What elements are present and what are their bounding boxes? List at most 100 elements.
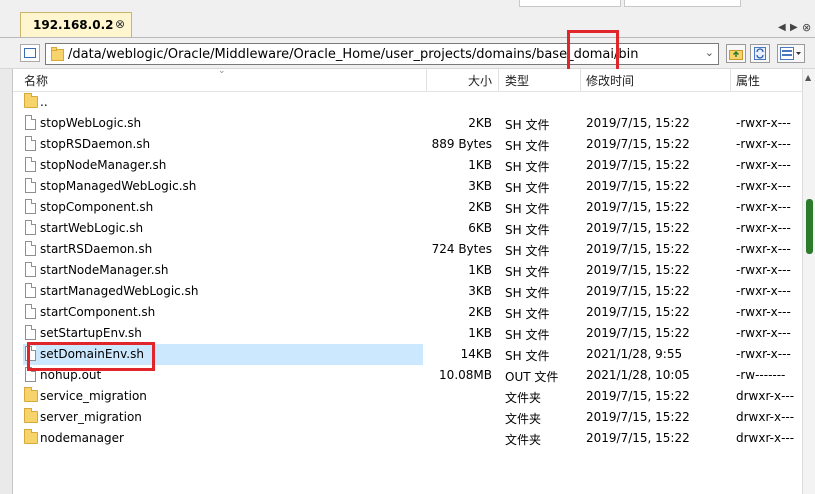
file-type: SH 文件 xyxy=(505,307,550,321)
file-icon xyxy=(25,178,36,193)
file-modified: 2019/7/15, 15:22 xyxy=(586,284,690,298)
column-divider[interactable] xyxy=(426,69,427,91)
table-row[interactable]: startComponent.sh 2KB SH 文件 2019/7/15, 15:2… xyxy=(13,302,802,323)
table-row[interactable]: startNodeManager.sh 1KB SH 文件 2019/7/15, 15… xyxy=(13,260,802,281)
file-name: stopRSDaemon.sh xyxy=(40,137,151,151)
table-row[interactable]: .. xyxy=(13,92,802,113)
top-panel-box xyxy=(519,0,621,7)
file-attrs: -rwxr-x--- xyxy=(736,326,791,340)
file-attrs: -rwxr-x--- xyxy=(736,263,791,277)
tab-scroll-left-icon[interactable]: ◀ xyxy=(778,22,786,33)
folder-icon xyxy=(24,429,38,444)
file-modified: 2019/7/15, 15:22 xyxy=(586,305,690,319)
file-icon xyxy=(25,262,36,277)
file-name: service_migration xyxy=(40,389,147,403)
file-type: SH 文件 xyxy=(505,202,550,216)
file-type: SH 文件 xyxy=(505,265,550,279)
parent-folder-button[interactable] xyxy=(726,44,746,63)
table-row[interactable]: service_migration 文件夹 2019/7/15, 15:22 drwx… xyxy=(13,386,802,407)
file-name: startManagedWebLogic.sh xyxy=(40,284,199,298)
file-name: startNodeManager.sh xyxy=(40,263,169,277)
tab-scroll-right-icon[interactable]: ▶ xyxy=(790,22,798,33)
tab-session[interactable]: 192.168.0.2 ⊗ xyxy=(20,12,132,37)
vertical-scrollbar[interactable]: ▲ xyxy=(802,69,815,494)
file-type: SH 文件 xyxy=(505,286,550,300)
view-mode-button[interactable] xyxy=(777,44,805,63)
file-type: 文件夹 xyxy=(505,433,542,447)
file-attrs: -rwxr-x--- xyxy=(736,305,791,319)
file-size: 1KB xyxy=(468,326,492,340)
table-row[interactable]: startManagedWebLogic.sh 3KB SH 文件 2019/7/15… xyxy=(13,281,802,302)
file-type: OUT 文件 xyxy=(505,370,559,384)
close-all-icon[interactable]: ⊗ xyxy=(802,21,811,34)
table-row[interactable]: stopRSDaemon.sh 889 Bytes SH 文件 2019/7/15, … xyxy=(13,134,802,155)
tab-bar: 192.168.0.2 ⊗ ◀ ▶ ⊗ xyxy=(0,9,815,38)
column-divider[interactable] xyxy=(580,69,581,91)
file-attrs: -rwxr-x--- xyxy=(736,242,791,256)
column-header-size[interactable]: 大小 xyxy=(468,72,492,89)
column-header-type[interactable]: 类型 xyxy=(505,72,529,89)
toggle-tree-button[interactable] xyxy=(20,44,40,62)
column-header-name[interactable]: 名称 xyxy=(24,72,48,89)
file-name: startRSDaemon.sh xyxy=(40,242,153,256)
folder-icon xyxy=(51,47,64,61)
file-type: SH 文件 xyxy=(505,223,550,237)
folder-icon xyxy=(24,408,38,423)
file-size: 724 Bytes xyxy=(431,242,492,256)
table-row[interactable]: startWebLogic.sh 6KB SH 文件 2019/7/15, 15:22… xyxy=(13,218,802,239)
file-attrs: drwxr-x--- xyxy=(736,431,795,445)
column-header-modified[interactable]: 修改时间 xyxy=(586,72,634,89)
top-strip xyxy=(0,0,815,9)
table-row[interactable]: startRSDaemon.sh 724 Bytes SH 文件 2019/7/15,… xyxy=(13,239,802,260)
file-size: 1KB xyxy=(468,263,492,277)
path-text: /data/weblogic/Oracle/Middleware/Oracle_… xyxy=(68,47,639,62)
table-row[interactable]: setStartupEnv.sh 1KB SH 文件 2019/7/15, 15:22… xyxy=(13,323,802,344)
file-icon xyxy=(25,304,36,319)
top-panel-box xyxy=(624,0,741,7)
column-divider[interactable] xyxy=(730,69,731,91)
file-name: nodemanager xyxy=(40,431,124,445)
file-type: SH 文件 xyxy=(505,139,550,153)
table-row[interactable]: stopNodeManager.sh 1KB SH 文件 2019/7/15, 15:… xyxy=(13,155,802,176)
folder-icon xyxy=(24,387,38,402)
file-attrs: -rwxr-x--- xyxy=(736,347,791,361)
file-type: SH 文件 xyxy=(505,244,550,258)
column-divider[interactable] xyxy=(498,69,499,91)
file-attrs: -rw------- xyxy=(736,368,786,382)
column-header-attrs[interactable]: 属性 xyxy=(736,72,760,89)
file-modified: 2019/7/15, 15:22 xyxy=(586,158,690,172)
refresh-button[interactable] xyxy=(750,44,770,63)
file-name: .. xyxy=(40,95,48,109)
file-name: stopWebLogic.sh xyxy=(40,116,142,130)
file-type: 文件夹 xyxy=(505,412,542,426)
close-tab-icon[interactable]: ⊗ xyxy=(115,17,125,31)
scroll-up-icon[interactable]: ▲ xyxy=(805,73,811,82)
file-modified: 2021/1/28, 10:05 xyxy=(586,368,690,382)
file-attrs: -rwxr-x--- xyxy=(736,284,791,298)
file-attrs: -rwxr-x--- xyxy=(736,179,791,193)
file-name: server_migration xyxy=(40,410,142,424)
folder-icon xyxy=(24,93,38,108)
file-icon xyxy=(25,136,36,151)
file-size: 2KB xyxy=(468,200,492,214)
scrollbar-thumb[interactable] xyxy=(806,199,813,254)
file-name: stopComponent.sh xyxy=(40,200,154,214)
table-row[interactable]: stopWebLogic.sh 2KB SH 文件 2019/7/15, 15:22 -… xyxy=(13,113,802,134)
file-type: SH 文件 xyxy=(505,160,550,174)
file-icon xyxy=(25,115,36,130)
file-modified: 2019/7/15, 15:22 xyxy=(586,116,690,130)
file-type: 文件夹 xyxy=(505,391,542,405)
table-row[interactable]: server_migration 文件夹 2019/7/15, 15:22 drwxr… xyxy=(13,407,802,428)
file-size: 3KB xyxy=(468,179,492,193)
file-attrs: drwxr-x--- xyxy=(736,389,795,403)
file-modified: 2019/7/15, 15:22 xyxy=(586,242,690,256)
file-size: 889 Bytes xyxy=(431,137,492,151)
file-type: SH 文件 xyxy=(505,349,550,363)
chevron-down-icon[interactable]: ⌄ xyxy=(705,46,714,59)
file-attrs: -rwxr-x--- xyxy=(736,116,791,130)
table-row[interactable]: stopManagedWebLogic.sh 3KB SH 文件 2019/7/15,… xyxy=(13,176,802,197)
file-icon xyxy=(25,241,36,256)
file-icon xyxy=(25,283,36,298)
table-row[interactable]: nodemanager 文件夹 2019/7/15, 15:22 drwxr-x--- xyxy=(13,428,802,449)
table-row[interactable]: stopComponent.sh 2KB SH 文件 2019/7/15, 15:22… xyxy=(13,197,802,218)
